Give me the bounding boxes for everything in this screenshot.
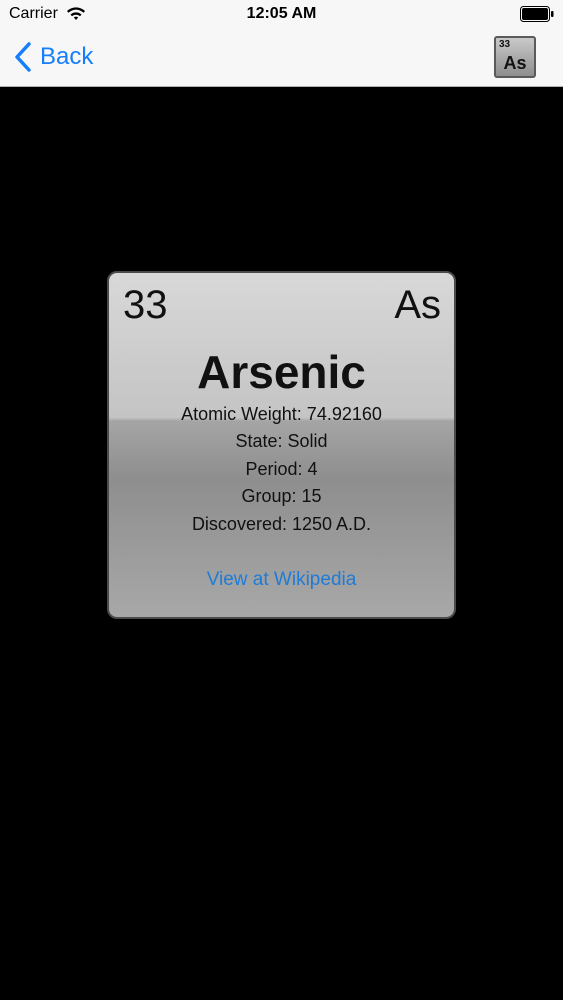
status-bar: Carrier 12:05 AM xyxy=(0,0,563,30)
discovered: Discovered: 1250 A.D. xyxy=(191,513,372,534)
period: Period: 4 xyxy=(245,458,318,479)
back-button[interactable]: Back xyxy=(14,40,93,74)
chevron-left-icon xyxy=(15,42,31,72)
thumbnail-symbol: As xyxy=(503,53,527,73)
element-tile: 33 As Arsenic Atomic Weight: 74.92160 St… xyxy=(107,271,456,619)
clock: 12:05 AM xyxy=(246,5,317,22)
atomic-number: 33 xyxy=(123,283,168,327)
group: Group: 15 xyxy=(241,486,322,507)
atomic-weight: Atomic Weight: 74.92160 xyxy=(181,404,382,424)
battery-icon xyxy=(520,6,554,22)
element-symbol: As xyxy=(394,283,441,327)
element-thumbnail[interactable]: 33 As xyxy=(494,36,536,78)
element-name: Arsenic xyxy=(197,346,366,398)
reflection-surface xyxy=(107,621,456,969)
top-bar: Carrier 12:05 AM Back 33 As xyxy=(0,0,563,87)
state: State: Solid xyxy=(235,431,328,452)
wikipedia-link[interactable]: View at Wikipedia xyxy=(109,569,454,591)
navigation-bar: Back 33 As xyxy=(0,30,563,87)
element-details: Atomic Weight: 74.92160 State: Solid Per… xyxy=(109,401,454,538)
back-label: Back xyxy=(40,43,94,70)
thumbnail-number: 33 xyxy=(499,39,511,50)
